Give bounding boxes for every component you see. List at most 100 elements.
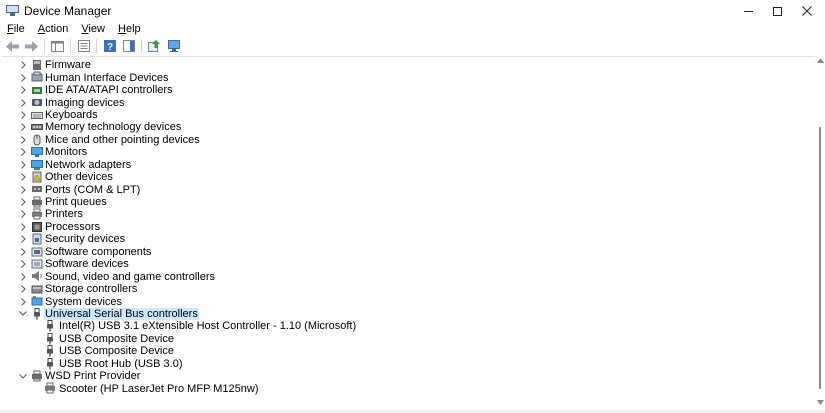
- tree-device-item[interactable]: USB Composite Device: [2, 345, 815, 357]
- tree-device-item[interactable]: USB Composite Device: [2, 332, 815, 345]
- device-tree-pane[interactable]: Firmware Human Interface Devices IDE ATA/A…: [2, 56, 815, 411]
- svg-text:?: ?: [106, 42, 112, 52]
- usb-icon: [47, 345, 53, 357]
- software-device-icon: [31, 259, 43, 269]
- menu-help[interactable]: Help: [111, 22, 147, 37]
- help-button[interactable]: ?: [100, 38, 119, 54]
- tree-category-label: Printers: [45, 208, 83, 221]
- usb-icon: [47, 320, 53, 332]
- expand-toggle[interactable]: [19, 223, 27, 231]
- vertical-scrollbar[interactable]: [816, 56, 825, 413]
- tree-category-monitors[interactable]: Monitors: [2, 146, 815, 158]
- tree-category-security-devices[interactable]: Security devices: [2, 233, 815, 245]
- expand-toggle[interactable]: [19, 272, 27, 281]
- tree-category-label: Firmware: [45, 59, 91, 72]
- tree-category-keyboards[interactable]: Keyboards: [2, 109, 815, 121]
- tree-device-item[interactable]: Scooter (HP LaserJet Pro MFP M125nw): [2, 382, 815, 395]
- tree-category-print-queues[interactable]: Print queues: [2, 196, 815, 208]
- close-button[interactable]: [784, 0, 825, 22]
- tree-category-mice-and-other-pointing-devices[interactable]: Mice and other pointing devices: [2, 134, 815, 146]
- chevron-right-icon: [20, 135, 26, 144]
- expand-toggle[interactable]: [19, 198, 27, 206]
- tree-category-label: Keyboards: [45, 108, 98, 121]
- expand-toggle[interactable]: [19, 247, 27, 256]
- forward-button[interactable]: [22, 38, 41, 54]
- back-button[interactable]: [3, 38, 22, 54]
- menu-file[interactable]: File: [0, 22, 31, 37]
- toolbar: ?: [0, 37, 825, 55]
- properties-icon: [77, 40, 90, 52]
- chevron-right-icon: [20, 160, 26, 169]
- expand-toggle[interactable]: [19, 148, 27, 157]
- back-arrow-icon: [6, 40, 19, 52]
- title-bar[interactable]: Device Manager: [0, 0, 825, 22]
- chevron-right-icon: [20, 285, 26, 293]
- tree-category-processors[interactable]: Processors: [2, 221, 815, 233]
- usb-icon: [47, 357, 53, 369]
- device-manager-icon: [6, 5, 19, 16]
- update-driver-icon: [148, 40, 160, 52]
- expand-toggle[interactable]: [19, 123, 27, 132]
- tree-category-sound-video-and-game-controllers[interactable]: Sound, video and game controllers: [2, 270, 815, 283]
- tree-category-ports-com-lpt[interactable]: Ports (COM & LPT): [2, 183, 815, 196]
- expand-toggle[interactable]: [19, 260, 27, 269]
- expand-toggle[interactable]: [19, 173, 27, 182]
- expand-toggle[interactable]: [19, 210, 27, 219]
- tree-category-printers[interactable]: Printers: [2, 208, 815, 220]
- tree-device-item[interactable]: USB Root Hub (USB 3.0): [2, 357, 815, 370]
- tree-category-network-adapters[interactable]: Network adapters: [2, 159, 815, 171]
- scan-hardware-button[interactable]: [164, 38, 183, 54]
- forward-arrow-icon: [25, 40, 38, 52]
- tree-device-label: USB Root Hub (USB 3.0): [59, 357, 183, 370]
- tree-category-software-components[interactable]: Software components: [2, 246, 815, 258]
- chevron-right-icon: [20, 173, 26, 182]
- console-tree-icon: [51, 40, 64, 52]
- tree-category-other-devices[interactable]: Other devices: [2, 171, 815, 183]
- chevron-right-icon: [20, 272, 26, 281]
- expand-toggle[interactable]: [19, 73, 27, 82]
- tree-category-human-interface-devices[interactable]: Human Interface Devices: [2, 71, 815, 84]
- expand-toggle[interactable]: [19, 285, 27, 293]
- tree-device-item[interactable]: Intel(R) USB 3.1 eXtensible Host Control…: [2, 320, 815, 332]
- tree-category-imaging-devices[interactable]: Imaging devices: [2, 96, 815, 109]
- collapse-toggle[interactable]: [19, 372, 27, 380]
- update-driver-button[interactable]: [145, 38, 164, 54]
- tree-category-memory-technology-devices[interactable]: Memory technology devices: [2, 121, 815, 133]
- tree-category-label: System devices: [45, 295, 123, 308]
- tree-category-firmware[interactable]: Firmware: [2, 59, 815, 71]
- expand-toggle[interactable]: [19, 111, 27, 119]
- show-hide-console-tree-button[interactable]: [48, 38, 67, 54]
- collapse-toggle[interactable]: [19, 310, 27, 318]
- tree-category-label: Imaging devices: [45, 96, 125, 109]
- expand-toggle[interactable]: [19, 86, 27, 94]
- chevron-right-icon: [20, 123, 26, 132]
- expand-toggle[interactable]: [19, 185, 27, 194]
- expand-toggle[interactable]: [19, 61, 27, 70]
- scroll-up-button[interactable]: [816, 58, 825, 66]
- chevron-down-icon: [19, 311, 27, 317]
- tree-category-label: Human Interface Devices: [45, 71, 169, 84]
- tree-category-label: Mice and other pointing devices: [45, 133, 200, 146]
- expand-toggle[interactable]: [19, 98, 27, 107]
- expand-toggle[interactable]: [19, 135, 27, 144]
- tree-category-wsd-print-provider[interactable]: WSD Print Provider: [2, 370, 815, 382]
- tree-category-label: Sound, video and game controllers: [45, 270, 215, 283]
- tree-category-software-devices[interactable]: Software devices: [2, 258, 815, 270]
- action-pane-button[interactable]: [119, 38, 138, 54]
- expand-toggle[interactable]: [19, 235, 27, 244]
- tree-category-ide-ata-atapi-controllers[interactable]: IDE ATA/ATAPI controllers: [2, 84, 815, 96]
- tree-category-system-devices[interactable]: System devices: [2, 295, 815, 308]
- expand-toggle[interactable]: [19, 160, 27, 169]
- expand-toggle[interactable]: [19, 297, 27, 306]
- properties-button[interactable]: [74, 38, 93, 54]
- scroll-down-button[interactable]: [816, 400, 825, 408]
- toolbar-separator: [70, 39, 71, 53]
- tree-category-universal-serial-bus-controllers[interactable]: Universal Serial Bus controllers: [2, 307, 815, 320]
- scroll-thumb[interactable]: [819, 127, 821, 389]
- tree-category-storage-controllers[interactable]: Storage controllers: [2, 283, 815, 295]
- tree-category-label: Monitors: [45, 146, 88, 159]
- processor-icon: [32, 221, 42, 232]
- menu-view[interactable]: View: [74, 22, 111, 37]
- scan-monitor-icon: [167, 40, 180, 52]
- menu-action[interactable]: Action: [31, 22, 75, 37]
